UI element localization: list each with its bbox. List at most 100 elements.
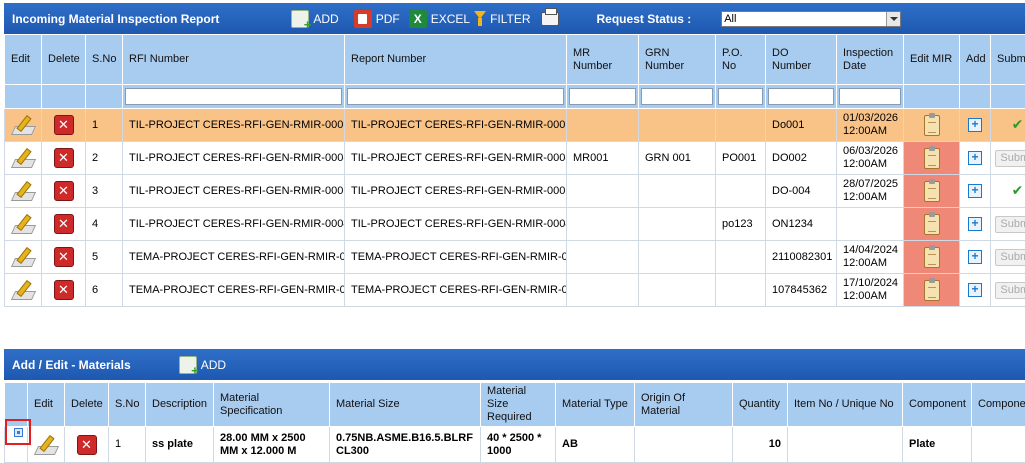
edit-icon[interactable]	[10, 114, 36, 136]
row-report-number: TIL-PROJECT CERES-RFI-GEN-RMIR-0004	[345, 208, 567, 241]
col-delete[interactable]: Delete	[65, 383, 109, 427]
col-material-type[interactable]: Material Type	[556, 383, 635, 427]
edit-icon[interactable]	[10, 246, 36, 268]
filter-mr-number[interactable]	[569, 88, 636, 105]
filter-po-no[interactable]	[718, 88, 763, 105]
add-button[interactable]: ADD	[291, 10, 338, 28]
col-edit-mir[interactable]: Edit MIR	[904, 35, 960, 85]
row-select-checkbox[interactable]	[5, 419, 31, 445]
filter-grn-number[interactable]	[641, 88, 713, 105]
col-material-size[interactable]: Material Size	[330, 383, 481, 427]
col-add[interactable]: Add	[960, 35, 991, 85]
row-rfi-number: TEMA-PROJECT CERES-RFI-GEN-RMIR-0001	[123, 274, 345, 307]
table-row[interactable]: ✕6TEMA-PROJECT CERES-RFI-GEN-RMIR-0001TE…	[5, 274, 1025, 307]
col-quantity[interactable]: Quantity	[733, 383, 788, 427]
add-plus-icon[interactable]: +	[968, 118, 982, 132]
table-row[interactable]: ✕1TIL-PROJECT CERES-RFI-GEN-RMIR-0009TIL…	[5, 109, 1025, 142]
filter-button[interactable]: FILTER	[474, 10, 530, 28]
time-value: 12:00AM	[843, 158, 897, 171]
request-status-select[interactable]: All	[721, 11, 901, 27]
add-button-label: ADD	[313, 12, 338, 26]
materials-table: Edit Delete S.No Description Material Sp…	[4, 382, 1025, 463]
delete-icon[interactable]: ✕	[54, 247, 74, 267]
add-plus-icon[interactable]: +	[968, 217, 982, 231]
materials-panel-header: Add / Edit - Materials ADD	[4, 349, 1025, 380]
edit-icon[interactable]	[10, 279, 36, 301]
col-sno[interactable]: S.No	[86, 35, 123, 85]
col-material-size-required[interactable]: Material Size Required	[481, 383, 556, 427]
submit-button[interactable]: Submit	[995, 282, 1025, 299]
filter-do-number[interactable]	[768, 88, 834, 105]
row-submit[interactable]: ✔	[991, 109, 1025, 142]
edit-icon[interactable]	[33, 434, 59, 456]
edit-icon[interactable]	[10, 147, 36, 169]
check-icon: ✔	[1012, 118, 1024, 131]
filter-report-number[interactable]	[347, 88, 564, 105]
col-edit[interactable]: Edit	[5, 35, 42, 85]
row-submit[interactable]: ✔	[991, 175, 1025, 208]
add-plus-icon[interactable]: +	[968, 151, 982, 165]
delete-icon[interactable]: ✕	[54, 181, 74, 201]
row-do-number: 107845362	[766, 274, 837, 307]
table-row[interactable]: ✕5TEMA-PROJECT CERES-RFI-GEN-RMIR-0002TE…	[5, 241, 1025, 274]
row-grn-number	[639, 208, 716, 241]
clipboard-icon[interactable]	[924, 247, 940, 268]
row-submit[interactable]: Submit	[991, 274, 1025, 307]
chevron-down-icon[interactable]	[886, 12, 900, 26]
clipboard-icon[interactable]	[924, 214, 940, 235]
pdf-button-label: PDF	[376, 12, 400, 26]
table-row[interactable]: ✕4TIL-PROJECT CERES-RFI-GEN-RMIR-0004TIL…	[5, 208, 1025, 241]
col-component[interactable]: Component	[903, 383, 972, 427]
excel-button[interactable]: X EXCEL	[409, 10, 470, 28]
delete-icon[interactable]: ✕	[54, 280, 74, 300]
col-mr-number[interactable]: MR Number	[567, 35, 639, 85]
table-row[interactable]: ✕3TIL-PROJECT CERES-RFI-GEN-RMIR-0006TIL…	[5, 175, 1025, 208]
col-edit[interactable]: Edit	[28, 383, 65, 427]
clipboard-icon[interactable]	[924, 280, 940, 301]
print-icon[interactable]	[541, 12, 559, 26]
submit-button[interactable]: Submit	[995, 150, 1025, 167]
col-report-number[interactable]: Report Number	[345, 35, 567, 85]
col-po-no[interactable]: P.O. No	[716, 35, 766, 85]
col-submit[interactable]: Submit	[991, 35, 1025, 85]
delete-icon[interactable]: ✕	[54, 148, 74, 168]
delete-icon[interactable]: ✕	[54, 115, 74, 135]
col-item-no[interactable]: Item No / Unique No	[788, 383, 903, 427]
materials-add-button[interactable]: ADD	[179, 356, 226, 374]
submit-button[interactable]: Submit	[995, 249, 1025, 266]
col-rfi-number[interactable]: RFI Number	[123, 35, 345, 85]
row-grn-number	[639, 274, 716, 307]
col-grn-number[interactable]: GRN Number	[639, 35, 716, 85]
table-row[interactable]: ✕2TIL-PROJECT CERES-RFI-GEN-RMIR-0008TIL…	[5, 142, 1025, 175]
col-origin-of-material[interactable]: Origin Of Material	[635, 383, 733, 427]
pdf-button[interactable]: PDF	[354, 10, 400, 28]
delete-icon[interactable]: ✕	[77, 435, 97, 455]
row-submit[interactable]: Submit	[991, 208, 1025, 241]
col-do-number[interactable]: DO Number	[766, 35, 837, 85]
col-component-2[interactable]: Component	[972, 383, 1025, 427]
edit-icon[interactable]	[10, 180, 36, 202]
clipboard-icon[interactable]	[924, 115, 940, 136]
add-plus-icon[interactable]: +	[968, 283, 982, 297]
row-sno: 1	[86, 109, 123, 142]
table-row[interactable]: ✕1ss plate28.00 MM x 2500 MM x 12.000 M0…	[5, 427, 1025, 463]
col-sno[interactable]: S.No	[109, 383, 146, 427]
checkbox-icon	[14, 428, 23, 437]
filter-inspection-date[interactable]	[839, 88, 901, 105]
submit-button[interactable]: Submit	[995, 216, 1025, 233]
edit-icon[interactable]	[10, 213, 36, 235]
clipboard-icon[interactable]	[924, 181, 940, 202]
add-icon	[291, 10, 309, 28]
col-delete[interactable]: Delete	[42, 35, 86, 85]
delete-icon[interactable]: ✕	[54, 214, 74, 234]
row-submit[interactable]: Submit	[991, 142, 1025, 175]
clipboard-icon[interactable]	[924, 148, 940, 169]
row-sno: 4	[86, 208, 123, 241]
row-submit[interactable]: Submit	[991, 241, 1025, 274]
col-description[interactable]: Description	[146, 383, 214, 427]
col-material-specification[interactable]: Material Specification	[214, 383, 330, 427]
add-plus-icon[interactable]: +	[968, 184, 982, 198]
filter-rfi-number[interactable]	[125, 88, 342, 105]
add-plus-icon[interactable]: +	[968, 250, 982, 264]
col-inspection-date[interactable]: Inspection Date	[837, 35, 904, 85]
